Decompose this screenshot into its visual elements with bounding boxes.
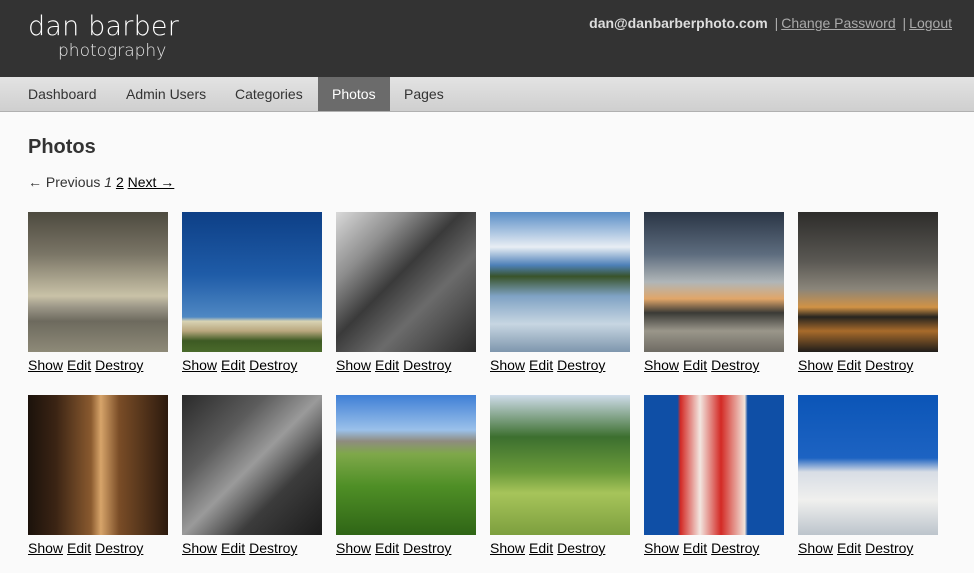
show-link[interactable]: Show (798, 540, 833, 556)
edit-link[interactable]: Edit (529, 540, 553, 556)
photo-thumbnail[interactable] (336, 212, 476, 352)
destroy-link[interactable]: Destroy (557, 540, 605, 556)
separator: | (902, 15, 907, 31)
nav-categories[interactable]: Categories (221, 77, 317, 111)
photo-thumbnail[interactable] (490, 212, 630, 352)
destroy-link[interactable]: Destroy (711, 357, 759, 373)
account-bar: dan@danbarberphoto.com | Change Password … (589, 15, 952, 31)
photo-actions: Show Edit Destroy (28, 540, 147, 556)
destroy-link[interactable]: Destroy (865, 540, 913, 556)
nav-photos[interactable]: Photos (318, 77, 390, 111)
edit-link[interactable]: Edit (529, 357, 553, 373)
logout-link[interactable]: Logout (909, 15, 952, 31)
photo-actions: Show Edit Destroy (490, 540, 609, 556)
show-link[interactable]: Show (182, 540, 217, 556)
photo-actions: Show Edit Destroy (798, 357, 917, 373)
show-link[interactable]: Show (490, 540, 525, 556)
destroy-link[interactable]: Destroy (95, 357, 143, 373)
show-link[interactable]: Show (490, 357, 525, 373)
edit-link[interactable]: Edit (683, 357, 707, 373)
logo-line2: photography (58, 41, 167, 61)
photo-actions: Show Edit Destroy (644, 540, 763, 556)
header: dan barber photography dan@danbarberphot… (0, 0, 974, 77)
show-link[interactable]: Show (644, 357, 679, 373)
pagination-next[interactable]: Next → (128, 174, 175, 190)
edit-link[interactable]: Edit (221, 540, 245, 556)
photo-actions: Show Edit Destroy (336, 540, 455, 556)
show-link[interactable]: Show (336, 357, 371, 373)
photo-thumbnail[interactable] (28, 212, 168, 352)
logo-line1: dan barber (28, 11, 180, 42)
photo-actions: Show Edit Destroy (336, 357, 455, 373)
nav-admin-users[interactable]: Admin Users (112, 77, 220, 111)
destroy-link[interactable]: Destroy (711, 540, 759, 556)
edit-link[interactable]: Edit (67, 357, 91, 373)
edit-link[interactable]: Edit (375, 357, 399, 373)
pagination-current: 1 (104, 174, 113, 190)
nav-dashboard[interactable]: Dashboard (14, 77, 111, 111)
show-link[interactable]: Show (28, 357, 63, 373)
nav-pages[interactable]: Pages (390, 77, 458, 111)
change-password-link[interactable]: Change Password (781, 15, 895, 31)
photo-actions: Show Edit Destroy (28, 357, 147, 373)
show-link[interactable]: Show (336, 540, 371, 556)
main-nav: Dashboard Admin Users Categories Photos … (0, 77, 974, 112)
photo-thumbnail[interactable] (182, 212, 322, 352)
photo-thumbnail[interactable] (28, 395, 168, 535)
edit-link[interactable]: Edit (837, 357, 861, 373)
edit-link[interactable]: Edit (375, 540, 399, 556)
show-link[interactable]: Show (28, 540, 63, 556)
show-link[interactable]: Show (798, 357, 833, 373)
show-link[interactable]: Show (644, 540, 679, 556)
photo-thumbnail[interactable] (336, 395, 476, 535)
photo-actions: Show Edit Destroy (182, 540, 301, 556)
separator: | (774, 15, 779, 31)
destroy-link[interactable]: Destroy (403, 540, 451, 556)
show-link[interactable]: Show (182, 357, 217, 373)
photo-thumbnail[interactable] (182, 395, 322, 535)
edit-link[interactable]: Edit (683, 540, 707, 556)
page-title: Photos (28, 136, 96, 158)
edit-link[interactable]: Edit (221, 357, 245, 373)
destroy-link[interactable]: Destroy (249, 540, 297, 556)
photo-actions: Show Edit Destroy (644, 357, 763, 373)
photo-thumbnail[interactable] (798, 212, 938, 352)
destroy-link[interactable]: Destroy (403, 357, 451, 373)
destroy-link[interactable]: Destroy (249, 357, 297, 373)
photo-thumbnail[interactable] (798, 395, 938, 535)
pagination-page-2[interactable]: 2 (116, 174, 124, 190)
edit-link[interactable]: Edit (67, 540, 91, 556)
photo-thumbnail[interactable] (490, 395, 630, 535)
photo-actions: Show Edit Destroy (798, 540, 917, 556)
destroy-link[interactable]: Destroy (557, 357, 605, 373)
pagination-previous: ← Previous (28, 174, 101, 190)
photo-thumbnail[interactable] (644, 395, 784, 535)
photo-actions: Show Edit Destroy (182, 357, 301, 373)
destroy-link[interactable]: Destroy (95, 540, 143, 556)
edit-link[interactable]: Edit (837, 540, 861, 556)
pagination: ← Previous 1 2 Next → (28, 174, 174, 190)
user-email: dan@danbarberphoto.com (589, 15, 768, 31)
logo[interactable]: dan barber photography (28, 11, 180, 61)
photo-thumbnail[interactable] (644, 212, 784, 352)
destroy-link[interactable]: Destroy (865, 357, 913, 373)
photo-actions: Show Edit Destroy (490, 357, 609, 373)
